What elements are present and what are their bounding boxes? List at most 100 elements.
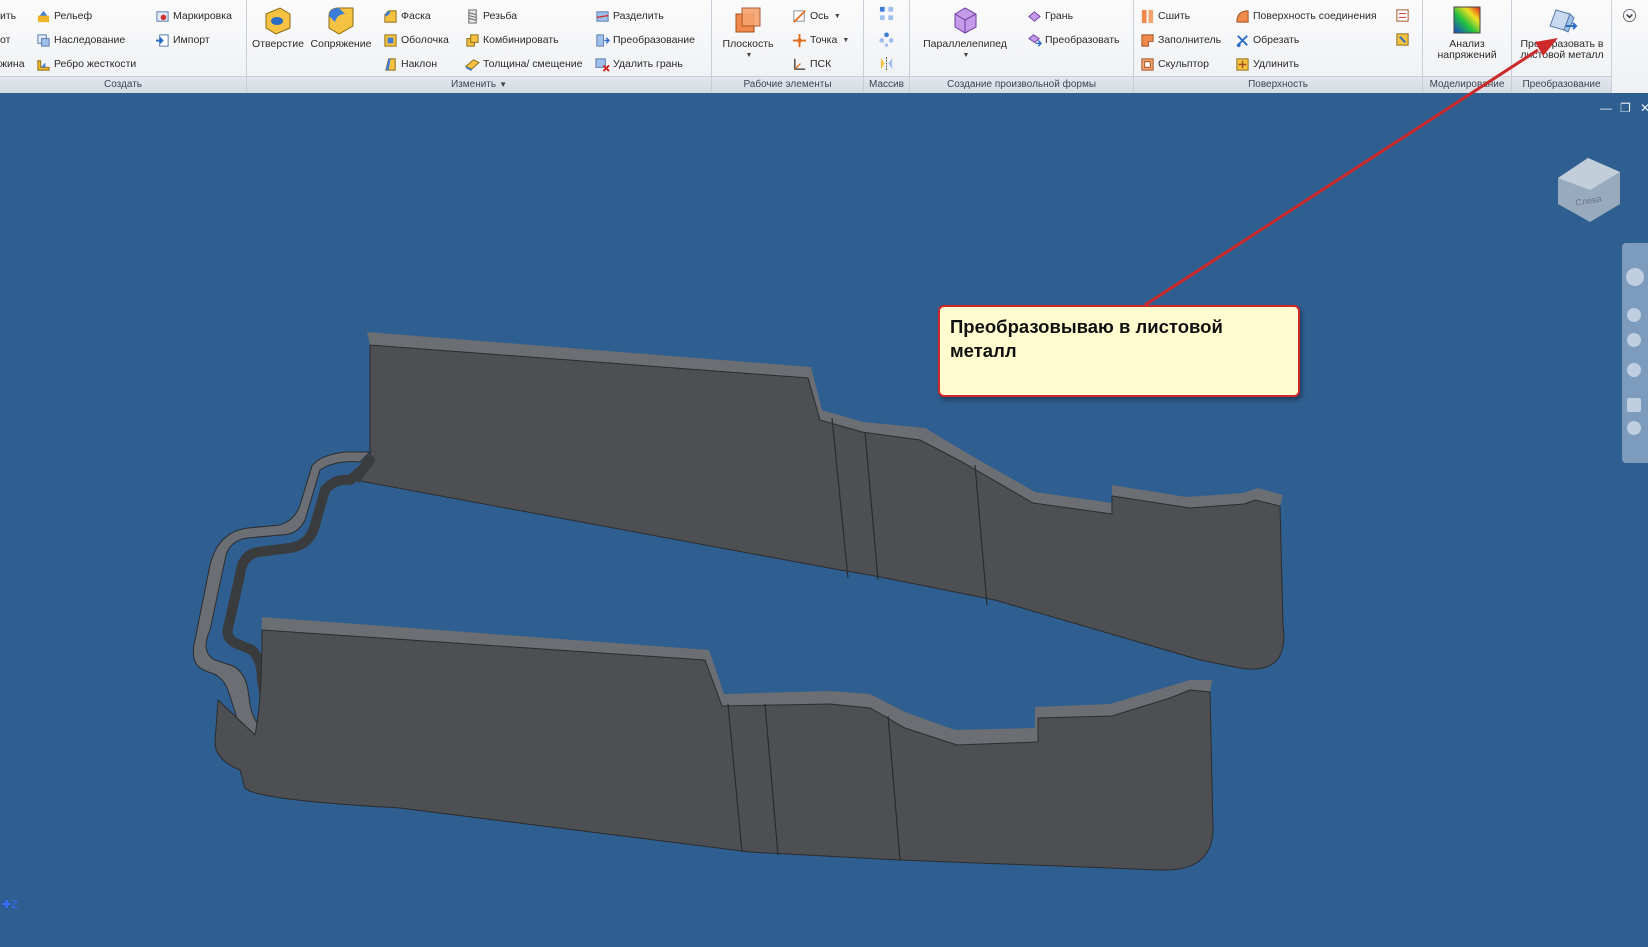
combine-label: Комбинировать (483, 34, 559, 46)
panel-work-features: Плоскость ▼ Ось ▼ Точка ▼ ПСК Рабочие элем… (712, 0, 864, 93)
ucs-button[interactable]: ПСК (792, 54, 831, 74)
emboss-icon (37, 10, 50, 22)
stress-analysis-label: Анализ напряжений (1437, 38, 1497, 61)
freeform-box-icon (954, 7, 977, 34)
face-icon (1028, 10, 1041, 22)
ribbon-options (1612, 0, 1648, 93)
point-label: Точка (810, 34, 838, 46)
panel-title-modify[interactable]: Изменить ▼ (247, 76, 711, 93)
thread-button[interactable]: Резьба (465, 6, 517, 26)
sheet-metal-convert-icon (1549, 9, 1578, 33)
thicken-icon (465, 58, 480, 71)
shell-icon (384, 33, 397, 47)
cut-off-item-mid[interactable]: от (0, 30, 10, 50)
axis-label: Ось (810, 10, 829, 22)
cut-off-item-top[interactable]: ить (0, 6, 16, 26)
panel-title-freeform: Создание произвольной формы (910, 76, 1133, 93)
thread-label: Резьба (483, 10, 518, 22)
extend-button[interactable]: Удлинить (1235, 54, 1299, 74)
convert-to-sheet-metal-button[interactable]: Преобразовать в листовой металл (1514, 4, 1610, 61)
import-icon (155, 33, 169, 47)
face-label: Грань (1045, 10, 1074, 22)
box-button[interactable]: Параллелепипед ▼ (918, 4, 1012, 61)
trim-button[interactable]: Обрезать (1235, 30, 1299, 50)
ribbon-options-icon[interactable] (1622, 8, 1637, 23)
convert-icon (1028, 33, 1042, 47)
patch-button[interactable]: Заполнитель (1140, 30, 1221, 50)
derive-button[interactable]: Наследование (36, 30, 125, 50)
draft-icon (385, 57, 396, 71)
thread-icon (468, 8, 477, 24)
rib-button[interactable]: Ребро жесткости (36, 54, 136, 74)
axis-dropdown-icon[interactable]: ▼ (834, 13, 841, 20)
plane-button[interactable]: Плоскость ▼ (720, 4, 776, 61)
panel-pattern: Массив (864, 0, 910, 93)
box-dropdown-icon[interactable]: ▼ (963, 50, 970, 61)
steering-wheel-icon[interactable] (1626, 268, 1644, 286)
transform-label: Преобразование (613, 34, 695, 46)
rib-icon (37, 59, 50, 71)
mirror-icon[interactable] (879, 56, 894, 71)
thicken-button[interactable]: Толщина/ смещение (465, 54, 582, 74)
hole-label: Отверстие (252, 38, 304, 50)
axis-z-label: Z (11, 899, 18, 911)
face-button[interactable]: Грань (1027, 6, 1073, 26)
convert-to-sheet-metal-label: Преобразовать в листовой металл (1520, 38, 1604, 61)
convert-label: Преобразовать (1045, 34, 1120, 46)
rectangular-pattern-icon[interactable] (879, 6, 894, 21)
chamfer-button[interactable]: Фаска (383, 6, 431, 26)
circular-pattern-icon[interactable] (879, 32, 894, 47)
derive-label: Наследование (54, 34, 126, 46)
combine-button[interactable]: Комбинировать (465, 30, 559, 50)
cut-off-item-bot[interactable]: жина (0, 54, 25, 74)
trim-label: Обрезать (1253, 34, 1300, 46)
patch-icon (1141, 33, 1154, 47)
pan-icon[interactable] (1627, 308, 1641, 322)
decal-label: Маркировка (173, 10, 232, 22)
convert-button[interactable]: Преобразовать (1027, 30, 1120, 50)
sheet-metal-part-model[interactable] (0, 93, 1648, 947)
fillet-icon (328, 7, 354, 35)
draft-button[interactable]: Наклон (383, 54, 437, 74)
point-button[interactable]: Точка ▼ (792, 30, 849, 50)
stress-analysis-button[interactable]: Анализ напряжений (1425, 4, 1509, 61)
boundary-patch-button[interactable]: Поверхность соединения (1235, 6, 1377, 26)
zoom-window-icon[interactable] (1627, 421, 1641, 435)
surface-extra-icon-2[interactable] (1395, 32, 1410, 47)
box-label: Параллелепипед (923, 38, 1007, 50)
surface-extra-icon-1[interactable] (1395, 8, 1410, 23)
shell-button[interactable]: Оболочка (383, 30, 449, 50)
stitch-button[interactable]: Сшить (1140, 6, 1190, 26)
sculpt-button[interactable]: Скульптор (1140, 54, 1209, 74)
transform-button[interactable]: Преобразование (595, 30, 695, 50)
chevron-down-icon: ▼ (499, 80, 508, 89)
boundary-patch-icon (1236, 9, 1249, 23)
look-at-icon[interactable] (1627, 398, 1641, 412)
fillet-button[interactable]: Сопряжение (309, 4, 373, 50)
patch-label: Заполнитель (1158, 34, 1222, 46)
split-button[interactable]: Разделить (595, 6, 664, 26)
plane-dropdown-icon[interactable]: ▼ (746, 50, 753, 61)
point-dropdown-icon[interactable]: ▼ (842, 37, 849, 44)
axis-icon (793, 9, 806, 23)
orbit-icon[interactable] (1627, 363, 1641, 377)
decal-button[interactable]: Маркировка (155, 6, 232, 26)
viewcube[interactable]: Слева (1552, 148, 1624, 224)
panel-title-convert: Преобразование (1512, 76, 1611, 93)
panel-convert: Преобразовать в листовой металл Преобраз… (1512, 0, 1612, 93)
axis-indicator: ✚Z (2, 898, 18, 911)
zoom-icon[interactable] (1627, 333, 1641, 347)
import-button[interactable]: Импорт (155, 30, 210, 50)
panel-title-work-features: Рабочие элементы (712, 76, 863, 93)
point-icon (792, 33, 807, 47)
axis-button[interactable]: Ось ▼ (792, 6, 841, 26)
combine-icon (466, 33, 479, 47)
emboss-button[interactable]: Рельеф (36, 6, 92, 26)
callout-note: Преобразовываю в листовой металл (938, 305, 1300, 397)
split-label: Разделить (613, 10, 664, 22)
import-label: Импорт (173, 34, 210, 46)
hole-button[interactable]: Отверстие (250, 4, 306, 50)
sculpt-label: Скульптор (1158, 58, 1209, 70)
extend-label: Удлинить (1253, 58, 1299, 70)
delete-face-button[interactable]: Удалить грань (595, 54, 683, 74)
